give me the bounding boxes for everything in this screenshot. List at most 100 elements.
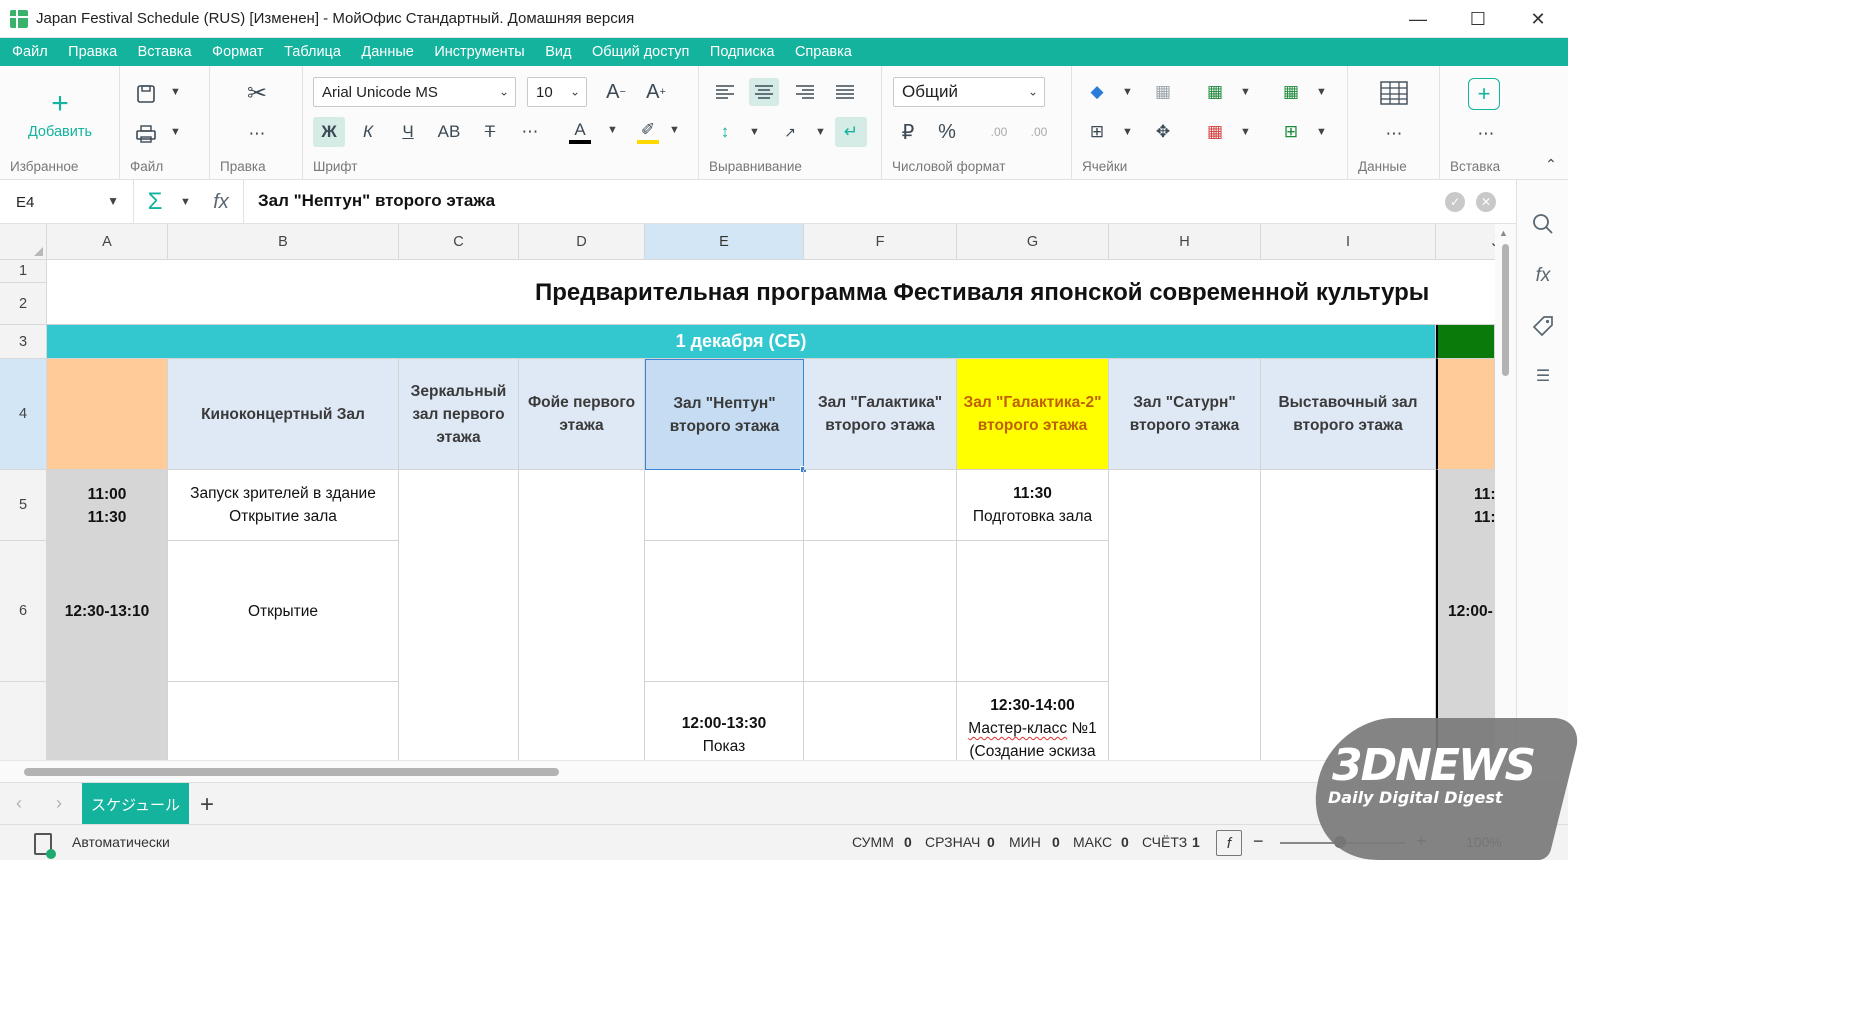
text-rotate-icon[interactable]: ↗ [775,118,805,146]
cell-g4[interactable]: Зал "Галактика-2" второго этажа [957,359,1109,470]
cell-e5[interactable] [645,470,804,541]
case-button[interactable]: АВ [433,117,465,147]
align-right-icon[interactable] [791,78,819,106]
day-header[interactable]: 1 декабря (СБ) [47,325,1436,359]
increase-font-icon[interactable]: A + [641,78,671,106]
menu-subscription[interactable]: Подписка [710,44,775,60]
festival-title[interactable]: Предварительная программа Фестиваля япон… [47,260,1495,325]
column-header-f[interactable]: F [804,224,957,260]
cell-b7[interactable] [168,682,399,760]
cell-a7[interactable] [47,682,168,760]
review-icon[interactable]: ☰ [1529,362,1557,390]
column-header-b[interactable]: B [168,224,399,260]
row-header-5[interactable]: 5 [0,470,47,541]
cell-j6[interactable]: 12:00- [1436,541,1495,682]
cell-g6[interactable] [957,541,1109,682]
cell-i4[interactable]: Выставочный зал второго этажа [1261,359,1436,470]
menu-insert[interactable]: Вставка [138,44,192,60]
increase-decimal-icon[interactable]: .00 [1024,118,1054,146]
search-icon[interactable] [1529,210,1557,238]
align-left-icon[interactable] [711,78,739,106]
insert-column-dropdown-icon[interactable]: ▼ [1316,86,1327,98]
cell-e7[interactable]: 12:00-13:30 Показ [645,682,804,760]
merge-cells-icon[interactable]: ✥ [1148,118,1178,146]
delete-row-dropdown-icon[interactable]: ▼ [1240,126,1251,138]
cell-b6[interactable]: Открытие [168,541,399,682]
horizontal-scroll-thumb[interactable] [24,768,559,776]
insert-cells-icon[interactable]: ⊞ [1276,118,1306,146]
borders-dropdown-icon[interactable]: ▼ [1122,126,1133,138]
zoom-out-icon[interactable]: − [1253,831,1264,852]
cell-b4[interactable]: Киноконцертный Зал [168,359,399,470]
cell-j4[interactable] [1436,359,1495,470]
more-font-icon[interactable]: ⋯ [515,117,545,147]
function-icon[interactable]: fx [208,188,234,216]
menu-tools[interactable]: Инструменты [434,44,524,60]
menu-sharing[interactable]: Общий доступ [592,44,689,60]
delete-row-icon[interactable]: ▦ [1200,118,1230,146]
vertical-scroll-thumb[interactable] [1502,244,1509,376]
menu-data[interactable]: Данные [361,44,413,60]
cell-a5[interactable]: 11:00 11:30 [47,470,168,541]
menu-table[interactable]: Таблица [284,44,341,60]
column-header-d[interactable]: D [519,224,645,260]
row-header-2[interactable]: 2 [0,283,47,325]
formula-input[interactable]: Зал "Нептун" второго этажа [258,191,495,211]
decrease-decimal-icon[interactable]: .00 [984,118,1014,146]
number-format-select[interactable]: Общий ⌄ [893,77,1045,107]
select-all-corner[interactable] [0,224,47,260]
underline-button[interactable]: Ч [393,117,423,147]
cell-f7[interactable] [804,682,957,760]
cell-c4[interactable]: Зеркальный зал первого этажа [399,359,519,470]
cell-g5[interactable]: 11:30 Подготовка зала [957,470,1109,541]
cell-b5[interactable]: Запуск зрителей в здание Открытие зала [168,470,399,541]
prev-sheet-icon[interactable]: ‹ [16,793,22,814]
align-justify-icon[interactable] [831,78,859,106]
more-insert-icon[interactable]: ⋯ [1470,122,1502,146]
menu-help[interactable]: Справка [795,44,852,60]
insert-object-icon[interactable]: + [1468,78,1500,110]
percent-icon[interactable]: % [932,118,962,146]
add-sheet-icon[interactable]: + [200,791,214,819]
menu-edit[interactable]: Правка [68,44,117,60]
column-header-a[interactable]: A [47,224,168,260]
maximize-button[interactable]: ☐ [1448,0,1508,38]
cell-i5[interactable] [1261,470,1436,760]
currency-icon[interactable]: ₽ [894,118,922,146]
fill-color-icon[interactable]: ◆ [1082,78,1112,106]
insert-cells-dropdown-icon[interactable]: ▼ [1316,126,1327,138]
wrap-text-icon[interactable]: ↵ [835,117,867,147]
column-header-e[interactable]: E [645,224,804,260]
print-dropdown-icon[interactable]: ▼ [170,126,181,138]
column-header-i[interactable]: I [1261,224,1436,260]
cell-h5[interactable] [1109,470,1261,760]
next-sheet-icon[interactable]: › [56,793,62,814]
cut-icon[interactable]: ✂ [242,78,272,108]
sheet-tab-active[interactable]: スケジュール [82,783,189,825]
tag-icon[interactable] [1529,312,1557,340]
cell-e6[interactable] [645,541,804,682]
borders-icon[interactable]: ⊞ [1082,118,1112,146]
column-header-g[interactable]: G [957,224,1109,260]
cell-g7[interactable]: 12:30-14:00 Мастер-класс №1 (Создание эс… [957,682,1109,760]
formula-view-icon[interactable]: f [1216,830,1242,856]
zoom-in-icon[interactable]: + [1416,831,1427,852]
horizontal-scrollbar[interactable] [0,760,1516,782]
row-header-4[interactable]: 4 [0,359,47,470]
sum-icon[interactable]: Σ [142,188,168,216]
strikethrough-icon[interactable]: T [475,117,505,147]
column-header-c[interactable]: C [399,224,519,260]
cell-a4[interactable] [47,359,168,470]
fill-color-dropdown-icon[interactable]: ▼ [1122,86,1133,98]
font-name-select[interactable]: Arial Unicode MS ⌄ [313,77,516,107]
save-icon[interactable] [132,80,160,108]
bold-button[interactable]: Ж [313,117,345,147]
insert-row-dropdown-icon[interactable]: ▼ [1240,86,1251,98]
vertical-align-dropdown-icon[interactable]: ▼ [749,126,760,138]
decrease-font-icon[interactable]: A − [601,78,631,106]
highlight-dropdown-icon[interactable]: ▼ [669,124,680,136]
vertical-align-icon[interactable]: ↕ [711,118,739,146]
row-header-6[interactable]: 6 [0,541,47,682]
cell-f4[interactable]: Зал "Галактика" второго этажа [804,359,957,470]
row-header-3[interactable]: 3 [0,325,47,359]
